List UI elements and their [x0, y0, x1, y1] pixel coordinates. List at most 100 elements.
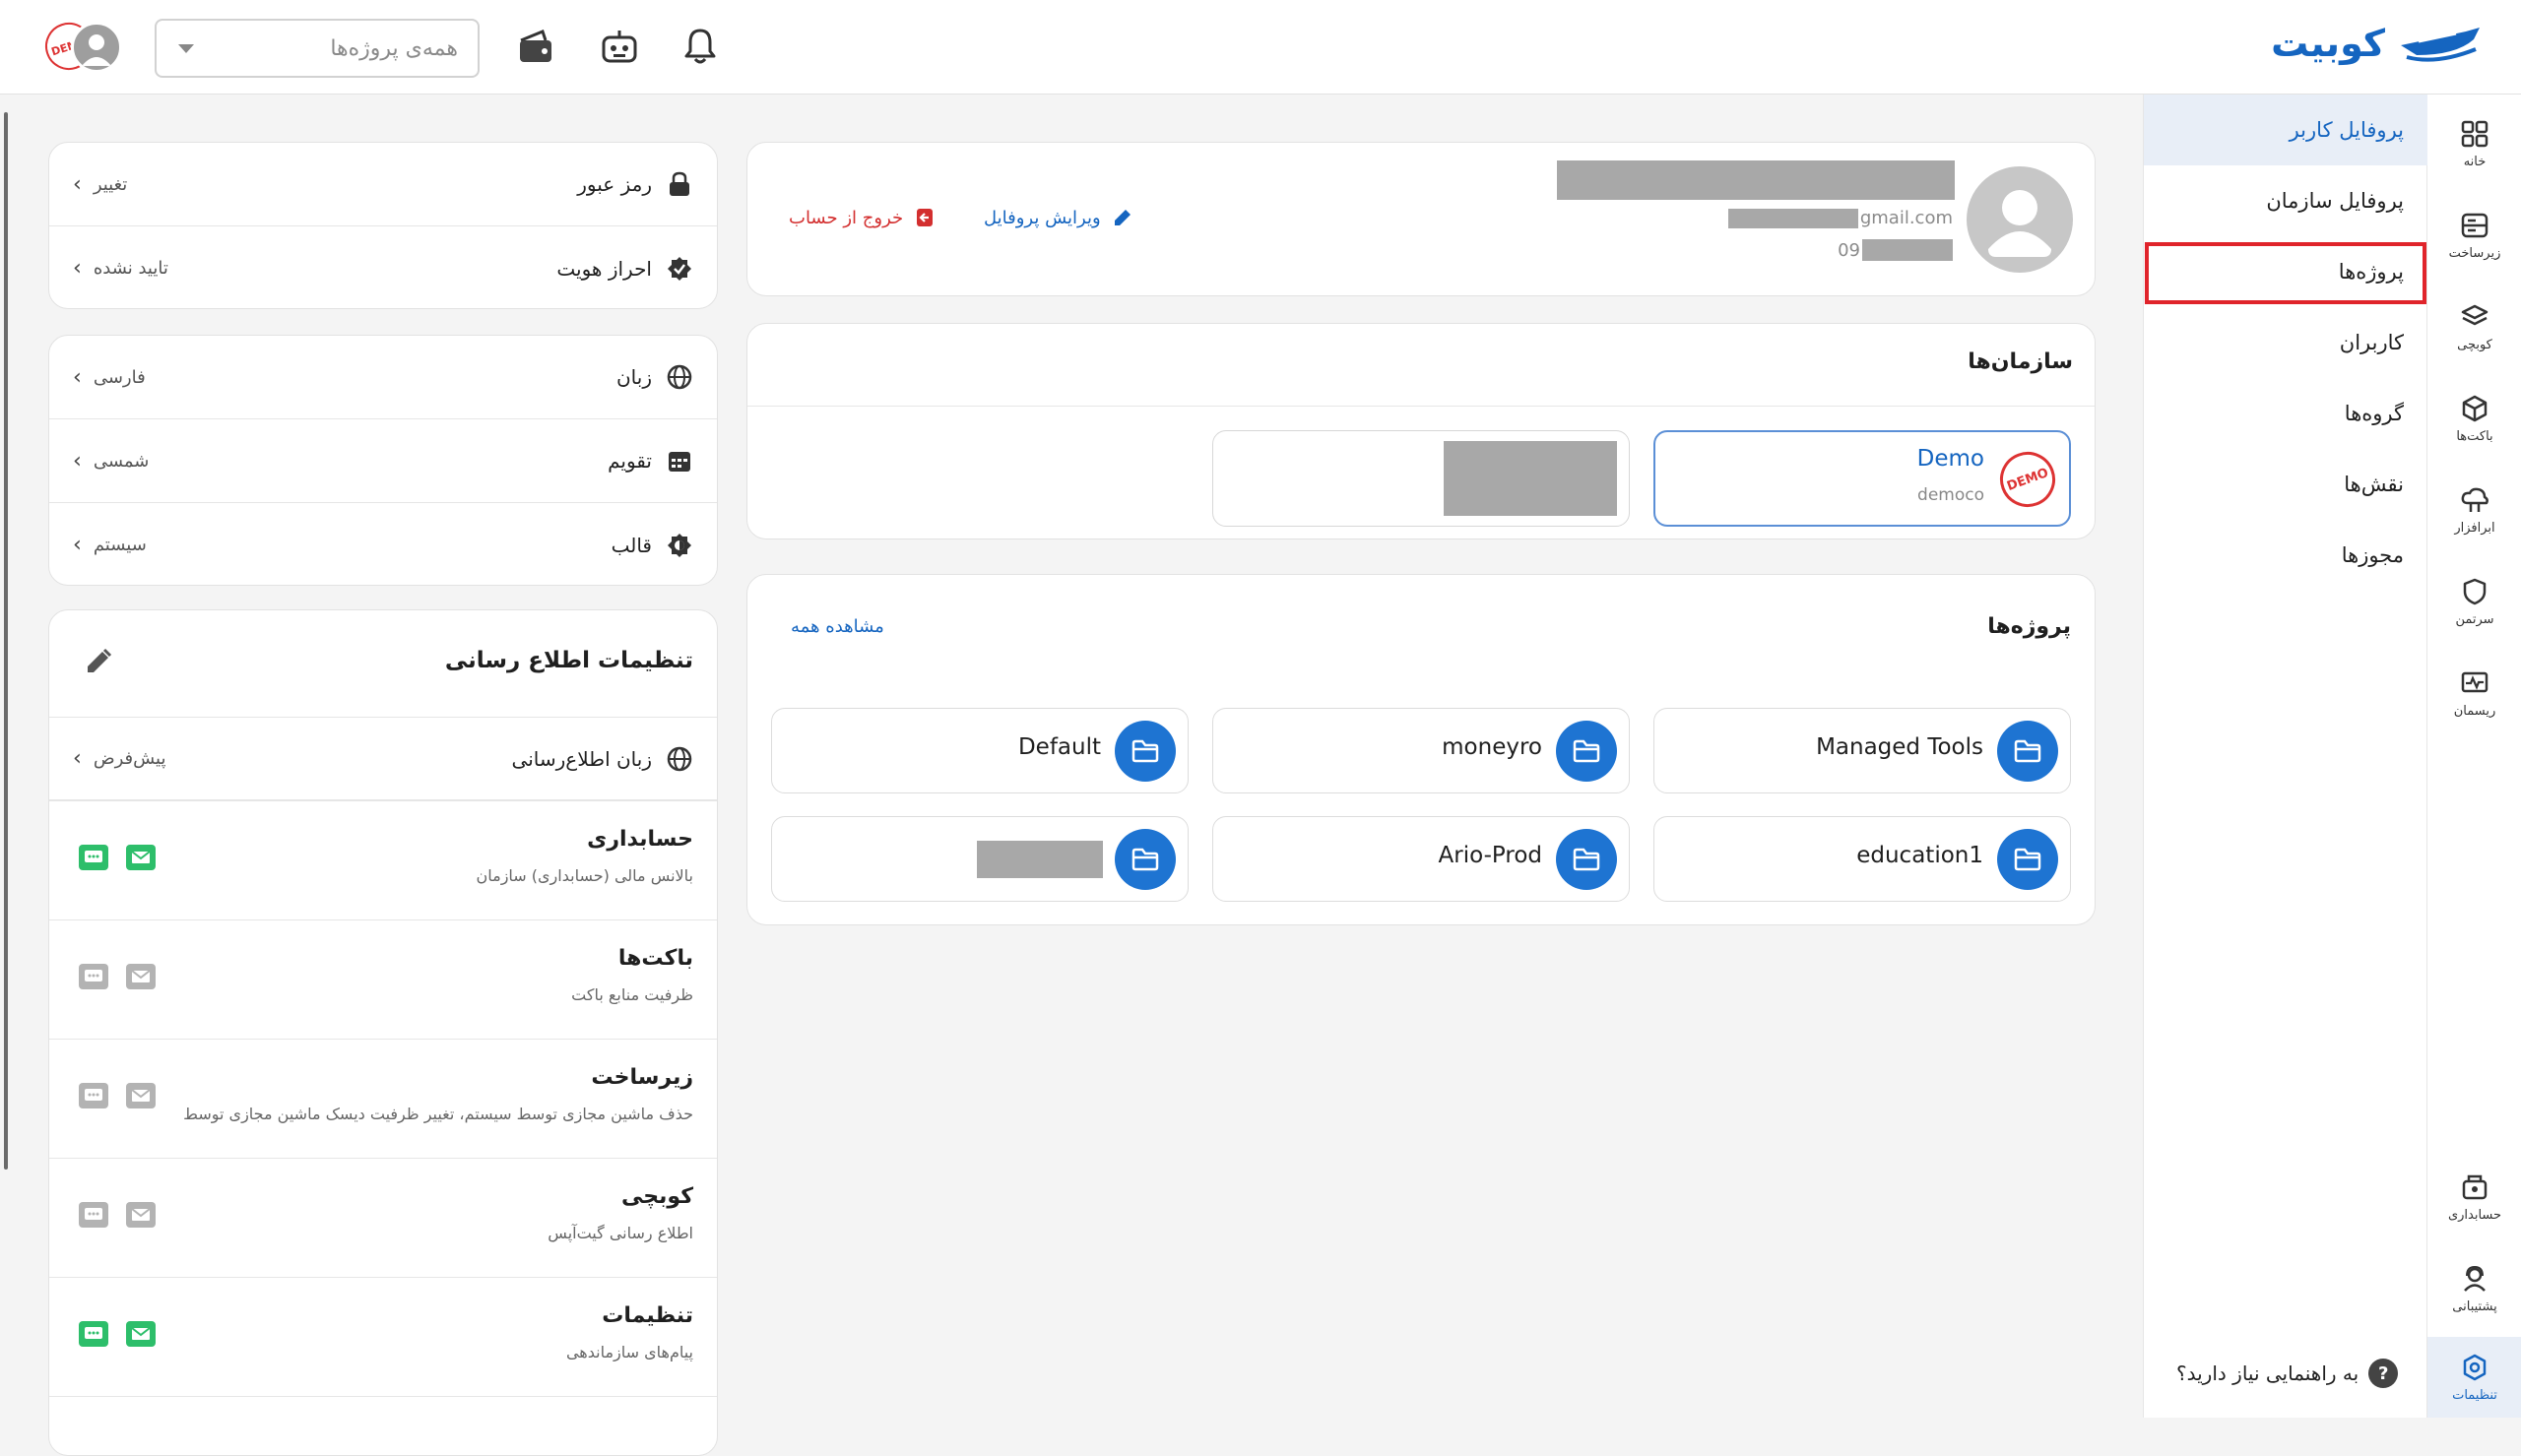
- subnav-item-permissions[interactable]: مجوزها: [2144, 520, 2427, 591]
- notification-group: حسابداری بالانس مالی (حسابداری) سازمان: [49, 800, 717, 919]
- rail-item-infrastructure[interactable]: زیرساخت: [2427, 196, 2521, 275]
- notification-channels: [79, 1083, 156, 1108]
- rail-item-cloud-app[interactable]: ابرافزار: [2427, 471, 2521, 549]
- redacted-project-name: [977, 841, 1103, 878]
- bell-icon[interactable]: [676, 22, 725, 71]
- edit-notifications-button[interactable]: [83, 646, 114, 677]
- rail-item-sartaman[interactable]: سرتمن: [2427, 562, 2521, 641]
- rail-label: حسابداری: [2447, 1207, 2502, 1223]
- sms-toggle-icon[interactable]: [79, 845, 108, 870]
- rail-item-settings[interactable]: تنظیمات: [2427, 1337, 2521, 1418]
- projects-title: پروژه‌ها: [1987, 614, 2071, 639]
- notification-language-row[interactable]: ‹ پیش‌فرض زبان اطلاع‌رسانی: [49, 717, 717, 800]
- rail-item-home[interactable]: خانه: [2427, 104, 2521, 183]
- project-card[interactable]: education1: [1653, 816, 2071, 902]
- project-card[interactable]: Managed Tools: [1653, 708, 2071, 793]
- email-toggle-icon[interactable]: [126, 845, 156, 870]
- project-card[interactable]: Ario-Prod: [1212, 816, 1630, 902]
- preferences-card: ‹ فارسی زبان ‹ شمسی تقویم ‹ سیستم قالب: [48, 335, 718, 586]
- project-name: Managed Tools: [1816, 734, 1983, 760]
- help-link[interactable]: ? به راهنمایی نیاز دارید؟: [2176, 1359, 2399, 1388]
- logout-label: خروج از حساب: [789, 207, 904, 228]
- verification-label-group: احراز هویت: [556, 255, 693, 283]
- project-card[interactable]: Default: [771, 708, 1189, 793]
- notification-group: کوبچی اطلاع رسانی گیت‌آپس: [49, 1158, 717, 1277]
- password-row[interactable]: ‹ تغییر رمز عبور: [49, 143, 717, 226]
- subnav-item-groups[interactable]: گروه‌ها: [2144, 378, 2427, 449]
- rail-label: خانه: [2463, 154, 2487, 169]
- layers-icon: [2461, 304, 2489, 325]
- subnav-item-user-profile[interactable]: پروفایل کاربر: [2144, 95, 2427, 165]
- password-action: ‹ تغییر: [73, 172, 127, 197]
- subnav-item-users[interactable]: کاربران: [2144, 307, 2427, 378]
- notification-header: تنظیمات اطلاع رسانی: [49, 610, 717, 717]
- project-card[interactable]: [771, 816, 1189, 902]
- logout-icon: [917, 209, 934, 226]
- email-toggle-icon[interactable]: [126, 1083, 156, 1108]
- security-card: ‹ تغییر رمز عبور ‹ تایید نشده احراز هویت: [48, 142, 718, 309]
- subnav-item-roles[interactable]: نقش‌ها: [2144, 449, 2427, 520]
- sms-toggle-icon[interactable]: [79, 1202, 108, 1228]
- sms-toggle-icon[interactable]: [79, 1321, 108, 1347]
- notification-group-title: باکت‌ها: [617, 946, 693, 971]
- language-value: فارسی: [93, 366, 146, 388]
- highlight-annotation: [2145, 242, 2426, 304]
- theme-row[interactable]: ‹ سیستم قالب: [49, 503, 717, 587]
- calendar-value-group: ‹ شمسی: [73, 449, 149, 474]
- org-card-redacted[interactable]: [1212, 430, 1630, 527]
- rail-item-risman[interactable]: ریسمان: [2427, 654, 2521, 732]
- shield-icon: [2463, 578, 2487, 604]
- notification-group-desc: اطلاع رسانی گیت‌آپس: [548, 1224, 693, 1242]
- organizations-card: سازمان‌ها DEMO Demo democo: [746, 323, 2096, 539]
- rail-label: کوبچی: [2457, 337, 2492, 352]
- page-scrollbar[interactable]: [4, 112, 8, 1170]
- email-suffix: gmail.com: [1859, 208, 1953, 228]
- notification-channels: [79, 845, 156, 870]
- folder-icon: [1556, 829, 1617, 890]
- subnav-item-org-profile[interactable]: پروفایل سازمان: [2144, 165, 2427, 236]
- logout-button[interactable]: خروج از حساب: [789, 206, 937, 229]
- profile-email: gmail.com: [1727, 208, 1953, 228]
- project-card[interactable]: moneyro: [1212, 708, 1630, 793]
- rail-item-buckets[interactable]: باکت‌ها: [2427, 379, 2521, 458]
- user-avatar-icon: [71, 22, 122, 73]
- project-selector[interactable]: همه‌ی پروژه‌ها: [155, 19, 480, 78]
- edit-profile-button[interactable]: ویرایش پروفایل: [984, 206, 1134, 229]
- rail-label: باکت‌ها: [2456, 428, 2493, 444]
- support-icon: [2464, 1265, 2486, 1292]
- email-toggle-icon[interactable]: [126, 1202, 156, 1228]
- calendar-label-group: تقویم: [608, 447, 693, 475]
- robot-icon[interactable]: [595, 22, 644, 71]
- notification-group-title: تنظیمات: [602, 1303, 693, 1328]
- notification-group-title: کوبچی: [621, 1184, 693, 1209]
- password-label-group: رمز عبور: [577, 170, 693, 198]
- language-row[interactable]: ‹ فارسی زبان: [49, 336, 717, 419]
- sms-toggle-icon[interactable]: [79, 964, 108, 989]
- brand-logo[interactable]: کوبیت: [2271, 22, 2482, 65]
- notification-settings-card: تنظیمات اطلاع رسانی ‹ پیش‌فرض زبان اطلاع‌…: [48, 609, 718, 1456]
- wallet-icon[interactable]: [511, 22, 560, 71]
- rail-item-accounting[interactable]: حسابداری: [2427, 1158, 2521, 1236]
- rail-label: سرتمن: [2455, 611, 2494, 627]
- account-avatar[interactable]: DEMO: [38, 16, 124, 77]
- project-name: moneyro: [1442, 734, 1542, 760]
- top-bar: کوبیت همه‌ی پروژه‌ها DEMO: [0, 0, 2521, 95]
- org-card-demo[interactable]: DEMO Demo democo: [1653, 430, 2071, 527]
- verification-row[interactable]: ‹ تایید نشده احراز هویت: [49, 226, 717, 310]
- brand-name: کوبیت: [2271, 22, 2385, 65]
- email-toggle-icon[interactable]: [126, 1321, 156, 1347]
- rail-item-kubchi[interactable]: کوبچی: [2427, 287, 2521, 366]
- notification-group-partial: [49, 1396, 717, 1455]
- project-name: Ario-Prod: [1438, 843, 1542, 868]
- email-toggle-icon[interactable]: [126, 964, 156, 989]
- chevron-down-icon: [178, 43, 194, 53]
- rail-label: زیرساخت: [2448, 245, 2501, 261]
- calendar-row[interactable]: ‹ شمسی تقویم: [49, 419, 717, 503]
- view-all-projects-link[interactable]: مشاهده همه: [791, 616, 884, 637]
- rail-item-support[interactable]: پشتیبانی: [2427, 1249, 2521, 1328]
- notification-language-value: پیش‌فرض: [93, 748, 166, 769]
- chevron-left-icon: ‹: [73, 171, 82, 197]
- redacted-phone: [1862, 239, 1953, 261]
- sms-toggle-icon[interactable]: [79, 1083, 108, 1108]
- accounting-icon: [2462, 1174, 2488, 1199]
